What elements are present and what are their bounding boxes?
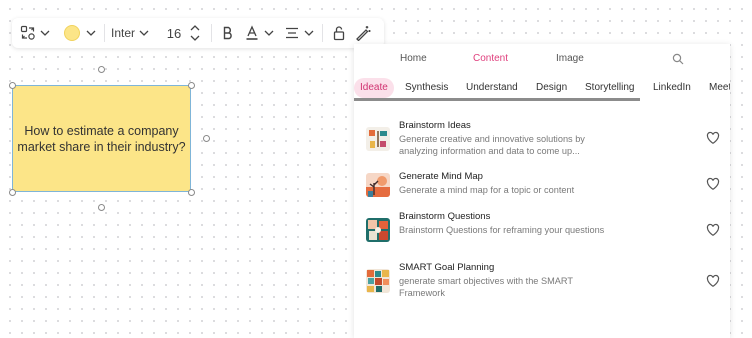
tab-home[interactable]: Home [400,53,427,64]
category-meet[interactable]: Meet [703,78,730,98]
category-linkedin[interactable]: LinkedIn [647,78,697,98]
category-understand[interactable]: Understand [460,78,524,98]
list-item-brainstorm-questions[interactable]: Brainstorm Questions Brainstorm Question… [366,209,720,253]
connection-handle-bottom[interactable] [98,204,105,211]
category-scroll-indicator[interactable] [354,98,640,101]
item-title: Brainstorm Questions [399,211,491,222]
mind-map-thumbnail [366,173,390,197]
chevron-down-icon[interactable] [262,22,276,44]
search-icon[interactable] [672,52,684,70]
item-title: Brainstorm Ideas [399,120,471,131]
text-align-icon[interactable] [282,22,302,44]
chevron-down-icon[interactable] [302,22,316,44]
fill-color-swatch[interactable] [64,25,80,41]
font-family-select[interactable]: Inter [105,18,157,48]
category-storytelling[interactable]: Storytelling [579,78,640,98]
chevron-down-icon[interactable] [137,22,151,44]
category-tabs: Ideate Synthesis Understand Design Story… [354,78,730,100]
unlock-icon[interactable] [329,22,349,44]
item-title: Generate Mind Map [399,171,483,182]
panel-top-tabs: Home Content Image [354,44,730,74]
magic-wand-icon[interactable] [353,22,373,44]
shape-swap-icon[interactable] [18,22,38,44]
bold-icon[interactable] [218,22,238,44]
floating-toolbar: Inter 16 [12,18,384,48]
favorite-heart-icon[interactable] [706,131,720,145]
favorite-heart-icon[interactable] [706,274,720,288]
list-item-smart-goal-planning[interactable]: SMART Goal Planning generate smart objec… [366,260,720,304]
ai-prompt-panel: Home Content Image Ideate Synthesis Unde… [354,44,730,338]
font-size-value[interactable]: 16 [163,26,185,41]
sticky-note-text[interactable]: How to estimate a company market share i… [13,123,190,155]
text-style-group [212,18,322,48]
list-item-generate-mind-map[interactable]: Generate Mind Map Generate a mind map fo… [366,169,720,203]
connection-handle-right[interactable] [203,135,210,142]
tab-image[interactable]: Image [556,53,584,64]
list-item-brainstorm-ideas[interactable]: Brainstorm Ideas Generate creative and i… [366,118,720,162]
smart-goal-thumbnail [366,269,390,293]
stepper-arrows-icon[interactable] [185,22,205,44]
resize-handle-bottom-left[interactable] [9,189,16,196]
category-design[interactable]: Design [530,78,573,98]
brainstorm-questions-thumbnail [366,218,390,242]
item-description: Brainstorm Questions for reframing your … [399,225,605,235]
connection-handle-top[interactable] [98,66,105,73]
resize-handle-top-left[interactable] [9,82,16,89]
category-ideate[interactable]: Ideate [354,78,394,98]
item-description: Generate a mind map for a topic or conte… [399,185,575,195]
font-size-stepper[interactable]: 16 [157,18,211,48]
brainstorm-ideas-thumbnail [366,127,390,151]
tab-content[interactable]: Content [473,53,508,64]
item-description: generate smart objectives with the SMART… [399,276,573,298]
font-family-value[interactable]: Inter [111,26,137,40]
shape-switch-group[interactable] [12,18,58,48]
item-title: SMART Goal Planning [399,262,495,273]
item-description: Generate creative and innovative solutio… [399,134,585,156]
sticky-note[interactable]: How to estimate a company market share i… [12,85,191,192]
chevron-down-icon[interactable] [38,22,52,44]
chevron-down-icon[interactable] [84,22,98,44]
resize-handle-bottom-right[interactable] [188,189,195,196]
favorite-heart-icon[interactable] [706,223,720,237]
favorite-heart-icon[interactable] [706,177,720,191]
resize-handle-top-right[interactable] [188,82,195,89]
fill-color-picker[interactable] [58,18,104,48]
text-color-icon[interactable] [242,22,262,44]
category-synthesis[interactable]: Synthesis [399,78,454,98]
